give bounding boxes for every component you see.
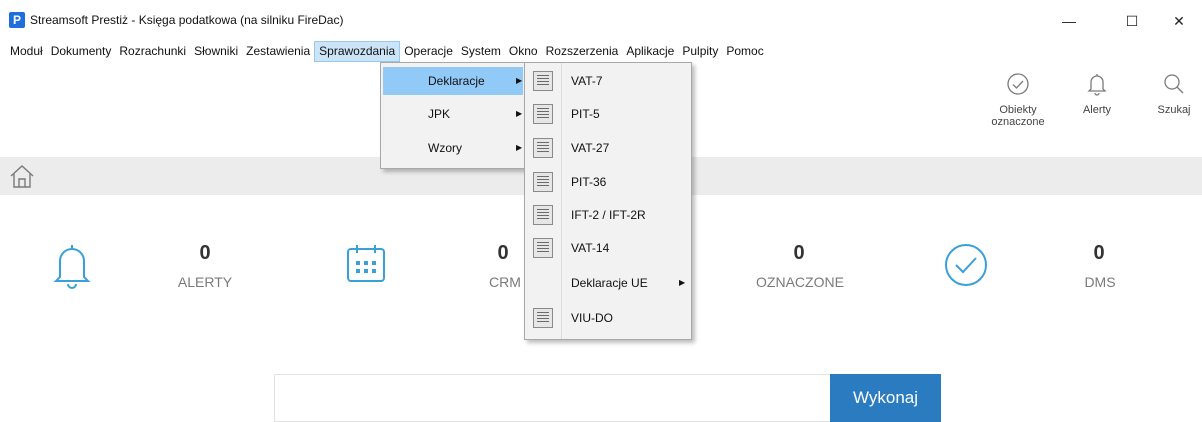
menu-item-label: VIU-DO — [571, 311, 613, 325]
deklaracje-submenu: VAT-7 PIT-5 VAT-27 PIT-36 IFT-2 / IFT-2R… — [524, 62, 692, 340]
stat-alerty-label: ALERTY — [177, 274, 233, 290]
stat-dms-value: 0 — [1093, 242, 1105, 264]
title-bar: P Streamsoft Prestiż - Księga podatkowa … — [0, 0, 1202, 40]
menu-item-pit-36[interactable]: PIT-36 — [527, 167, 689, 197]
document-icon — [533, 138, 553, 158]
calendar-icon[interactable] — [345, 243, 387, 285]
submenu-arrow-icon: ▶ — [516, 143, 523, 152]
menu-item-vat-7[interactable]: VAT-7 — [527, 66, 689, 96]
menu-item-label: VAT-7 — [571, 74, 603, 88]
app-logo-icon: P — [9, 12, 25, 28]
maximize-button[interactable]: ☐ — [1109, 6, 1155, 36]
menu-item-viu-do[interactable]: VIU-DO — [527, 303, 689, 333]
menu-modul[interactable]: Moduł — [6, 41, 47, 62]
menu-zestawienia[interactable]: Zestawienia — [242, 41, 314, 62]
search-icon — [1164, 74, 1184, 94]
menu-rozszerzenia[interactable]: Rozszerzenia — [542, 41, 623, 62]
checkmark-circle-icon — [1007, 73, 1029, 95]
menu-bar: Moduł Dokumenty Rozrachunki Słowniki Zes… — [0, 41, 1202, 62]
obiekty-oznaczone-button[interactable]: Obiekty oznaczone — [978, 72, 1058, 128]
obiekty-label-2: oznaczone — [991, 116, 1045, 128]
submenu-arrow-icon: ▶ — [679, 278, 686, 287]
szukaj-button[interactable]: Szukaj — [1148, 72, 1200, 116]
menu-item-wzory[interactable]: Wzory ▶ — [383, 134, 523, 162]
bell-icon — [1087, 74, 1107, 96]
menu-item-vat-27[interactable]: VAT-27 — [527, 133, 689, 163]
menu-rozrachunki[interactable]: Rozrachunki — [115, 41, 190, 62]
stat-dms-label: DMS — [1084, 274, 1116, 290]
menu-operacje[interactable]: Operacje — [400, 41, 457, 62]
home-icon[interactable] — [8, 163, 36, 189]
menu-item-deklaracje-ue[interactable]: Deklaracje UE ▶ — [527, 268, 689, 298]
stat-alerty-value: 0 — [199, 242, 211, 264]
menu-dokumenty[interactable]: Dokumenty — [47, 41, 116, 62]
stat-oznaczone-label: OZNACZONE — [756, 274, 844, 290]
submenu-arrow-icon: ▶ — [516, 76, 523, 85]
menu-item-label: Deklaracje — [428, 74, 485, 88]
obiekty-label-1: Obiekty — [999, 104, 1037, 116]
menu-item-label: VAT-27 — [571, 141, 610, 155]
menu-item-deklaracje[interactable]: Deklaracje ▶ — [383, 67, 523, 95]
close-button[interactable]: ✕ — [1156, 6, 1202, 36]
menu-pulpity[interactable]: Pulpity — [678, 41, 722, 62]
sprawozdania-menu: Deklaracje ▶ JPK ▶ Wzory ▶ — [380, 62, 526, 169]
menu-item-vat-14[interactable]: VAT-14 — [527, 233, 689, 263]
wykonaj-button[interactable]: Wykonaj — [830, 374, 941, 422]
menu-item-label: JPK — [428, 107, 451, 121]
menu-item-label: Deklaracje UE — [571, 276, 648, 290]
menu-item-ift-2[interactable]: IFT-2 / IFT-2R — [527, 200, 689, 230]
szukaj-label: Szukaj — [1157, 104, 1191, 116]
menu-item-pit-5[interactable]: PIT-5 — [527, 99, 689, 129]
document-icon — [533, 205, 553, 225]
menu-pomoc[interactable]: Pomoc — [722, 41, 767, 62]
menu-okno[interactable]: Okno — [505, 41, 542, 62]
stat-oznaczone-value: 0 — [793, 242, 805, 264]
document-icon — [533, 172, 553, 192]
menu-item-jpk[interactable]: JPK ▶ — [383, 100, 523, 128]
menu-aplikacje[interactable]: Aplikacje — [622, 41, 678, 62]
menu-item-label: PIT-5 — [571, 107, 600, 121]
menu-system[interactable]: System — [457, 41, 505, 62]
menu-sprawozdania[interactable]: Sprawozdania — [314, 41, 401, 62]
checkmark-circle-icon[interactable] — [943, 242, 989, 288]
alerty-label: Alerty — [1082, 104, 1112, 116]
document-icon — [533, 238, 553, 258]
menu-slowniki[interactable]: Słowniki — [190, 41, 242, 62]
minimize-button[interactable]: — — [1046, 6, 1092, 36]
submenu-arrow-icon: ▶ — [516, 109, 523, 118]
menu-item-label: PIT-36 — [571, 175, 607, 189]
document-icon — [533, 104, 553, 124]
menu-item-label: Wzory — [428, 141, 462, 155]
alerty-button[interactable]: Alerty — [1072, 72, 1122, 116]
window-title: Streamsoft Prestiż - Księga podatkowa (n… — [30, 13, 344, 27]
bell-icon[interactable] — [52, 243, 92, 289]
document-icon — [533, 71, 553, 91]
menu-item-label: IFT-2 / IFT-2R — [571, 208, 646, 222]
document-icon — [533, 308, 553, 328]
command-input[interactable] — [274, 374, 832, 422]
menu-item-label: VAT-14 — [571, 241, 610, 255]
